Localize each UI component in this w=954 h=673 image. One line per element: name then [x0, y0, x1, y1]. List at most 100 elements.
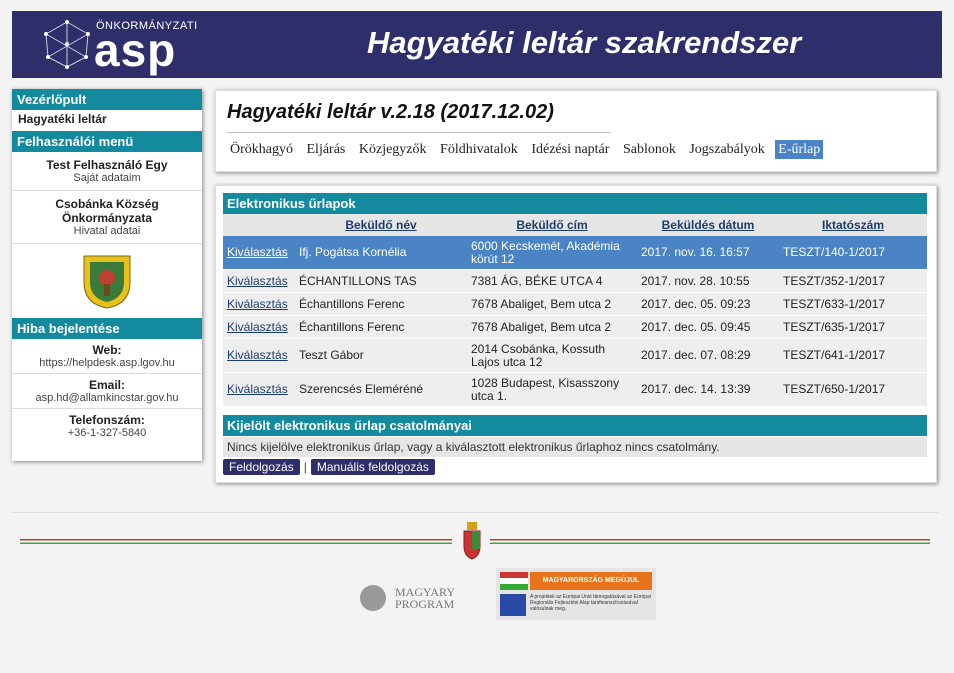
cell-address: 7678 Abaliget, Bem utca 2 — [467, 292, 637, 316]
magyary-line2: PROGRAM — [395, 597, 455, 611]
table-header-row: Beküldő név Beküldő cím Beküldés dátum I… — [223, 214, 927, 236]
main-menu: Örökhagyó Eljárás Közjegyzők Földhivatal… — [227, 140, 827, 159]
cell-date: 2017. dec. 14. 13:39 — [637, 372, 779, 407]
table-row[interactable]: Kiválasztás Teszt Gábor 2014 Csobánka, K… — [223, 338, 927, 373]
cell-address: 6000 Kecskemét, Akadémia körút 12 — [467, 236, 637, 270]
select-link[interactable]: Kiválasztás — [227, 348, 288, 362]
table-row[interactable]: Kiválasztás Échantillons Ferenc 7678 Aba… — [223, 292, 927, 316]
select-link[interactable]: Kiválasztás — [227, 382, 288, 396]
coat-of-arms-icon — [80, 252, 134, 310]
cell-date: 2017. nov. 16. 16:57 — [637, 236, 779, 270]
cell-date: 2017. dec. 05. 09:45 — [637, 315, 779, 339]
hu-support-text: A projektek az Európai Unió támogatásáva… — [530, 594, 651, 612]
phone-label: Telefonszám: — [69, 413, 145, 427]
user-name: Test Felhasználó Egy — [46, 158, 168, 172]
user-block: Test Felhasználó Egy Saját adataim — [12, 152, 202, 191]
cell-id: TESZT/641-1/2017 — [779, 338, 927, 373]
table-row[interactable]: Kiválasztás Ifj. Pogátsa Kornélia 6000 K… — [223, 236, 927, 270]
app-title: Hagyatéki leltár szakrendszer — [367, 25, 802, 60]
office-data-link[interactable]: Hivatal adatai — [16, 225, 198, 237]
app-header: ÖNKORMÁNYZATI asp Hagyatéki leltár szakr… — [12, 11, 942, 78]
cell-name: Échantillons Ferenc — [295, 315, 467, 339]
flag-stripe-left — [20, 539, 452, 544]
phone-value: +36-1-327-5840 — [67, 427, 147, 439]
office-block: Csobánka Község Önkormányzata Hivatal ad… — [12, 191, 202, 244]
table-row[interactable]: Kiválasztás Szerencsés Eleméréné 1028 Bu… — [223, 372, 927, 407]
email-label: Email: — [88, 378, 125, 392]
cell-date: 2017. dec. 07. 08:29 — [637, 338, 779, 373]
menu-item-eljaras[interactable]: Eljárás — [304, 140, 349, 159]
cell-name: Teszt Gábor — [295, 338, 467, 373]
email-block: Email: asp.hd@allamkincstar.gov.hu — [12, 374, 202, 409]
cell-address: 2014 Csobánka, Kossuth Lajos utca 12 — [467, 338, 637, 373]
sidebar: Vezérlőpult Hagyatéki leltár Felhasználó… — [12, 89, 202, 461]
cell-id: TESZT/140-1/2017 — [779, 236, 927, 270]
page-title: Hagyatéki leltár v.2.18 (2017.12.02) — [227, 101, 554, 123]
col-header-send-date[interactable]: Beküldés dátum — [637, 214, 779, 236]
hu-banner: MAGYARORSZÁG MEGÚJUL — [530, 572, 652, 590]
hungarian-coat-of-arms-icon — [462, 522, 482, 560]
asp-logo[interactable]: ÖNKORMÁNYZATI asp — [42, 17, 202, 73]
cell-address: 1028 Budapest, Kisasszony utca 1. — [467, 372, 637, 407]
eu-flag-icon — [500, 594, 526, 616]
col-header-sender-address[interactable]: Beküldő cím — [467, 214, 637, 236]
cell-name: Szerencsés Eleméréné — [295, 372, 467, 407]
menu-item-foldhivatalok[interactable]: Földhivatalok — [437, 140, 521, 159]
magyary-icon — [360, 585, 386, 611]
sidebar-heading-error-report: Hiba bejelentése — [12, 318, 202, 339]
button-separator: | — [303, 460, 307, 474]
cell-id: TESZT/635-1/2017 — [779, 315, 927, 339]
menu-item-e-urlap[interactable]: E-űrlap — [775, 140, 824, 159]
title-divider — [227, 132, 610, 133]
cell-name: ÉCHANTILLONS TAS — [295, 269, 467, 293]
attachments-heading: Kijelölt elektronikus űrlap csatolmányai — [223, 415, 927, 436]
table-row[interactable]: Kiválasztás ÉCHANTILLONS TAS 7381 ÁG, BÉ… — [223, 269, 927, 293]
cell-date: 2017. nov. 28. 10:55 — [637, 269, 779, 293]
menu-item-sablonok[interactable]: Sablonok — [620, 140, 679, 159]
select-link[interactable]: Kiválasztás — [227, 274, 288, 288]
cell-address: 7678 Abaliget, Bem utca 2 — [467, 315, 637, 339]
web-block: Web: https://helpdesk.asp.lgov.hu — [12, 339, 202, 374]
attachments-note: Nincs kijelölve elektronikus űrlap, vagy… — [223, 437, 927, 457]
menu-item-idezesi-naptar[interactable]: Idézési naptár — [528, 140, 612, 159]
own-data-link[interactable]: Saját adataim — [16, 172, 198, 184]
sidebar-heading-dashboard: Vezérlőpult — [12, 89, 202, 110]
col-header-action — [223, 214, 295, 236]
web-link[interactable]: https://helpdesk.asp.lgov.hu — [16, 357, 198, 369]
magyary-program-logo: MAGYARY PROGRAM — [360, 585, 455, 611]
col-header-sender-name[interactable]: Beküldő név — [295, 214, 467, 236]
menu-item-jogszabalyok[interactable]: Jogszabályok — [686, 140, 767, 159]
eu-support-logo: MAGYARORSZÁG MEGÚJUL A projektek az Euró… — [496, 568, 656, 620]
email-link[interactable]: asp.hd@allamkincstar.gov.hu — [16, 392, 198, 404]
cell-id: TESZT/352-1/2017 — [779, 269, 927, 293]
cell-name: Échantillons Ferenc — [295, 292, 467, 316]
footer-divider — [12, 512, 938, 513]
col-header-filing-number[interactable]: Iktatószám — [779, 214, 927, 236]
menu-item-orokhagyo[interactable]: Örökhagyó — [227, 140, 296, 159]
action-buttons: Feldolgozás | Manuális feldolgozás — [223, 459, 439, 475]
office-name: Csobánka Község Önkormányzata — [55, 197, 159, 225]
web-label: Web: — [92, 343, 122, 357]
table-row[interactable]: Kiválasztás Échantillons Ferenc 7678 Aba… — [223, 315, 927, 339]
manual-process-button[interactable]: Manuális feldolgozás — [310, 459, 435, 475]
select-link[interactable]: Kiválasztás — [227, 320, 288, 334]
cell-id: TESZT/633-1/2017 — [779, 292, 927, 316]
title-panel: Hagyatéki leltár v.2.18 (2017.12.02) Örö… — [215, 90, 937, 172]
cell-address: 7381 ÁG, BÉKE UTCA 4 — [467, 269, 637, 293]
phone-block: Telefonszám: +36-1-327-5840 — [12, 409, 202, 443]
sidebar-heading-user-menu: Felhasználói menü — [12, 131, 202, 152]
cell-date: 2017. dec. 05. 09:23 — [637, 292, 779, 316]
cell-id: TESZT/650-1/2017 — [779, 372, 927, 407]
cell-name: Ifj. Pogátsa Kornélia — [295, 236, 467, 270]
menu-item-kozjegyzok[interactable]: Közjegyzők — [356, 140, 430, 159]
process-button[interactable]: Feldolgozás — [223, 459, 300, 475]
sidebar-item-hagyateki-leltar[interactable]: Hagyatéki leltár — [12, 110, 202, 131]
forms-table: Beküldő név Beküldő cím Beküldés dátum I… — [223, 214, 927, 407]
logo-big-text: asp — [94, 24, 177, 76]
forms-heading: Elektronikus űrlapok — [223, 193, 927, 214]
select-link[interactable]: Kiválasztás — [227, 245, 288, 259]
network-logo-icon — [44, 20, 90, 69]
select-link[interactable]: Kiválasztás — [227, 297, 288, 311]
hungarian-flag-icon — [500, 572, 528, 590]
flag-stripe-right — [490, 539, 930, 544]
